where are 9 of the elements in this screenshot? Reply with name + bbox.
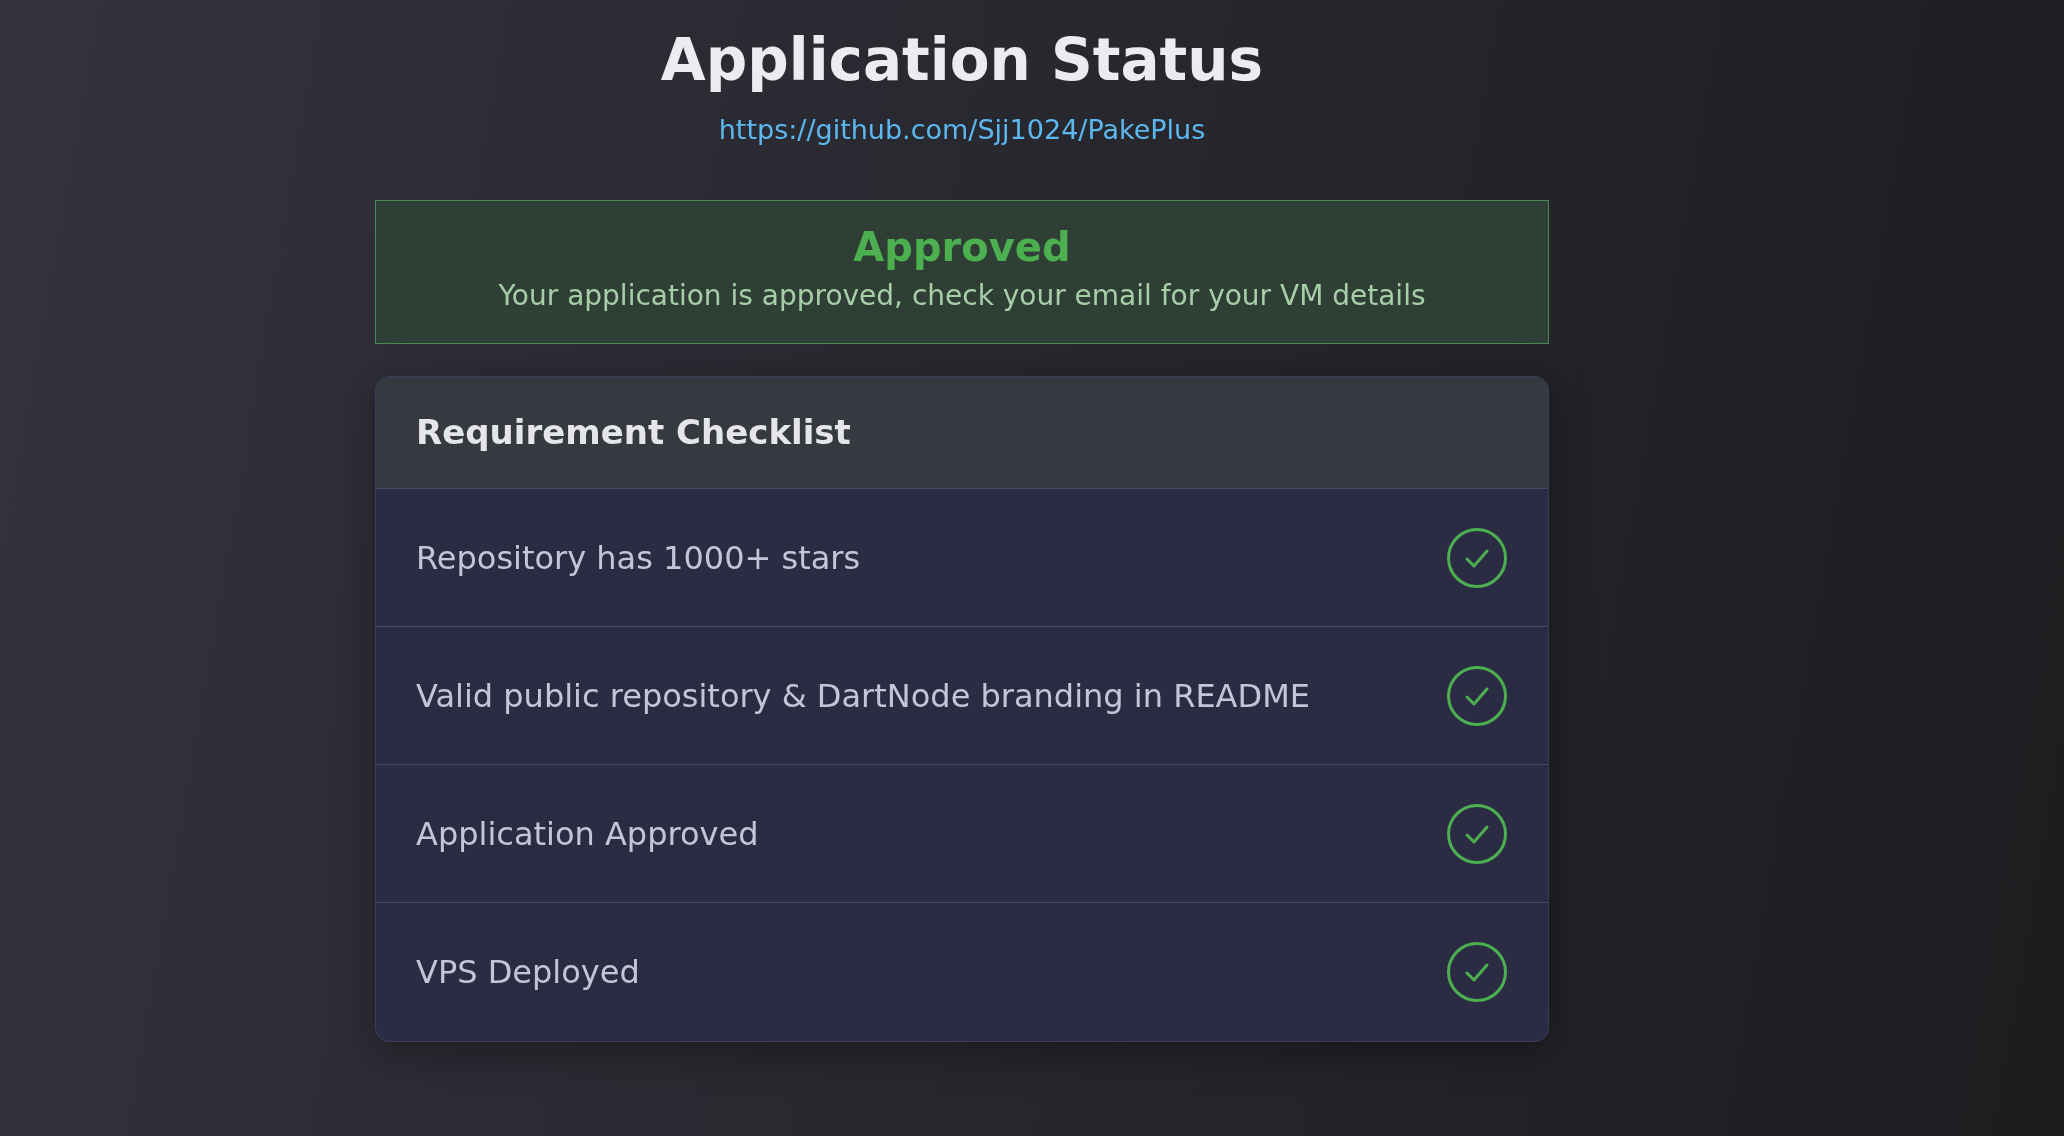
requirement-label: Valid public repository & DartNode branding in README xyxy=(416,675,1310,717)
requirement-label: Repository has 1000+ stars xyxy=(416,537,861,579)
status-title: Approved xyxy=(852,223,1072,272)
requirement-label: Application Approved xyxy=(416,813,759,855)
requirement-label: VPS Deployed xyxy=(416,952,640,994)
checklist-header: Requirement Checklist xyxy=(376,377,1548,490)
status-message: Your application is approved, check your email for your VM details xyxy=(497,278,1427,315)
page-title: Application Status xyxy=(659,26,1265,96)
repository-link[interactable]: https://github.com/Sjj1024/PakePlus xyxy=(375,109,1549,151)
